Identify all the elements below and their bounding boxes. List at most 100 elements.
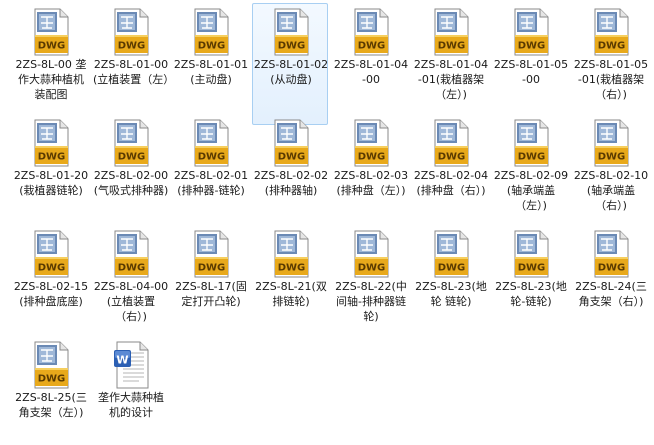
file-item[interactable]: DWG 2ZS-8L-02-01(排种器-链轮) [172, 114, 248, 236]
file-name-label: 2ZS-8L-01-05-01(栽植器架（右）) [573, 58, 649, 101]
file-grid: DWG 2ZS-8L-00 垄作大蒜种植机装配图 DWG 2ZS-8L-01-0… [0, 0, 654, 445]
dwg-file-icon: DWG [274, 8, 309, 56]
dwg-icon-text: DWG [198, 41, 226, 52]
file-item[interactable]: DWG 2ZS-8L-23(地轮 链轮) [412, 225, 488, 347]
file-item[interactable]: DWG 2ZS-8L-22(中间轴-排种器链轮) [332, 225, 408, 347]
file-item[interactable]: DWG 2ZS-8L-01-02(从动盘) [252, 3, 328, 125]
file-name-label: 2ZS-8L-01-05-00 [493, 58, 569, 86]
dwg-file-icon: DWG [114, 230, 149, 278]
dwg-file-icon: DWG [274, 230, 309, 278]
file-item[interactable]: DWG 2ZS-8L-02-02(排种器轴) [252, 114, 328, 236]
file-item[interactable]: DWG 2ZS-8L-17(固定打开凸轮) [172, 225, 248, 347]
dwg-icon-text: DWG [278, 152, 306, 163]
file-name-label: 2ZS-8L-02-02(排种器轴) [253, 169, 329, 197]
file-name-label: 2ZS-8L-02-00(气吸式排种器) [93, 169, 169, 197]
dwg-file-icon: DWG [594, 8, 629, 56]
file-item[interactable]: DWG 2ZS-8L-01-01(主动盘) [172, 3, 248, 125]
file-name-label: 2ZS-8L-04-00(立植装置（右）) [93, 280, 169, 323]
dwg-icon-text: DWG [358, 41, 386, 52]
file-name-label: 2ZS-8L-02-03(排种盘（左）) [333, 169, 409, 197]
dwg-file-icon: DWG [274, 119, 309, 167]
dwg-icon-text: DWG [38, 41, 66, 52]
file-name-label: 2ZS-8L-01-00(立植装置（左） [93, 58, 169, 86]
file-name-label: 2ZS-8L-25(三角支架（左）) [15, 391, 87, 419]
dwg-file-icon: DWG [114, 8, 149, 56]
file-name-label: 2ZS-8L-23(地轮-链轮) [495, 280, 567, 308]
dwg-file-icon: DWG [514, 8, 549, 56]
file-item[interactable]: DWG 2ZS-8L-02-15(排种盘底座) [12, 225, 88, 347]
dwg-file-icon: DWG [354, 119, 389, 167]
svg-text:W: W [116, 354, 128, 367]
file-name-label: 2ZS-8L-01-20(栽植器链轮) [13, 169, 89, 197]
dwg-icon-text: DWG [518, 152, 546, 163]
dwg-icon-text: DWG [38, 263, 66, 274]
dwg-icon-text: DWG [598, 41, 626, 52]
word-doc-icon: W [114, 341, 149, 389]
dwg-icon-text: DWG [118, 152, 146, 163]
dwg-file-icon: DWG [434, 119, 469, 167]
file-name-label: 2ZS-8L-01-04-00 [333, 58, 409, 86]
dwg-icon-text: DWG [118, 263, 146, 274]
dwg-icon-text: DWG [358, 263, 386, 274]
file-item[interactable]: DWG 2ZS-8L-02-09(轴承端盖（左）) [492, 114, 568, 236]
dwg-file-icon: DWG [34, 119, 69, 167]
file-name-label: 2ZS-8L-01-02(从动盘) [253, 58, 329, 86]
file-item[interactable]: DWG 2ZS-8L-24(三角支架（右）) [572, 225, 648, 347]
dwg-file-icon: DWG [514, 230, 549, 278]
dwg-file-icon: DWG [514, 119, 549, 167]
dwg-file-icon: DWG [194, 230, 229, 278]
dwg-file-icon: DWG [434, 8, 469, 56]
file-item[interactable]: DWG 2ZS-8L-01-20(栽植器链轮) [12, 114, 88, 236]
dwg-icon-text: DWG [278, 263, 306, 274]
file-name-label: 2ZS-8L-24(三角支架（右）) [575, 280, 647, 308]
file-item[interactable]: DWG 2ZS-8L-01-05-00 [492, 3, 568, 125]
dwg-icon-text: DWG [438, 152, 466, 163]
file-name-label: 2ZS-8L-23(地轮 链轮) [415, 280, 487, 308]
dwg-file-icon: DWG [354, 8, 389, 56]
file-item[interactable]: DWG 2ZS-8L-01-04-00 [332, 3, 408, 125]
file-item[interactable]: DWG 2ZS-8L-21(双排链轮) [252, 225, 328, 347]
file-item[interactable]: DWG 2ZS-8L-02-04(排种盘（右）) [412, 114, 488, 236]
dwg-icon-text: DWG [598, 152, 626, 163]
dwg-file-icon: DWG [34, 8, 69, 56]
dwg-file-icon: DWG [194, 119, 229, 167]
file-name-label: 2ZS-8L-02-10(轴承端盖（右）) [573, 169, 649, 212]
file-item[interactable]: DWG 2ZS-8L-01-04-01(栽植器架（左）) [412, 3, 488, 125]
dwg-icon-text: DWG [278, 41, 306, 52]
dwg-icon-text: DWG [38, 152, 66, 163]
file-name-label: 2ZS-8L-02-15(排种盘底座) [13, 280, 89, 308]
dwg-icon-text: DWG [438, 263, 466, 274]
file-name-label: 2ZS-8L-02-01(排种器-链轮) [173, 169, 249, 197]
file-item[interactable]: DWG 2ZS-8L-02-00(气吸式排种器) [92, 114, 168, 236]
dwg-icon-text: DWG [438, 41, 466, 52]
dwg-icon-text: DWG [518, 41, 546, 52]
dwg-file-icon: DWG [434, 230, 469, 278]
file-item[interactable]: DWG 2ZS-8L-01-00(立植装置（左） [92, 3, 169, 125]
file-item[interactable]: DWG 2ZS-8L-02-10(轴承端盖（右）) [572, 114, 648, 236]
file-item[interactable]: DWG 2ZS-8L-25(三角支架（左）) [12, 336, 88, 439]
dwg-icon-text: DWG [358, 152, 386, 163]
file-name-label: 2ZS-8L-00 垄作大蒜种植机装配图 [15, 58, 87, 101]
file-item[interactable]: DWG 2ZS-8L-01-05-01(栽植器架（右）) [572, 3, 648, 125]
file-item[interactable]: DWG 2ZS-8L-00 垄作大蒜种植机装配图 [12, 3, 88, 125]
file-name-label: 垄作大蒜种植机的设计 [98, 391, 164, 419]
file-item[interactable]: W 垄作大蒜种植机的设计 [92, 336, 168, 439]
dwg-file-icon: DWG [34, 341, 69, 389]
dwg-file-icon: DWG [594, 119, 629, 167]
dwg-file-icon: DWG [194, 8, 229, 56]
file-name-label: 2ZS-8L-01-04-01(栽植器架（左）) [413, 58, 489, 101]
dwg-icon-text: DWG [198, 263, 226, 274]
dwg-icon-text: DWG [118, 41, 146, 52]
file-name-label: 2ZS-8L-21(双排链轮) [255, 280, 327, 308]
file-name-label: 2ZS-8L-01-01(主动盘) [173, 58, 249, 86]
file-name-label: 2ZS-8L-02-09(轴承端盖（左）) [493, 169, 569, 212]
file-name-label: 2ZS-8L-17(固定打开凸轮) [175, 280, 247, 308]
file-name-label: 2ZS-8L-02-04(排种盘（右）) [413, 169, 489, 197]
file-item[interactable]: DWG 2ZS-8L-02-03(排种盘（左）) [332, 114, 408, 236]
file-item[interactable]: DWG 2ZS-8L-04-00(立植装置（右）) [92, 225, 168, 347]
dwg-file-icon: DWG [354, 230, 389, 278]
dwg-file-icon: DWG [34, 230, 69, 278]
dwg-file-icon: DWG [114, 119, 149, 167]
file-item[interactable]: DWG 2ZS-8L-23(地轮-链轮) [492, 225, 568, 347]
dwg-icon-text: DWG [598, 263, 626, 274]
